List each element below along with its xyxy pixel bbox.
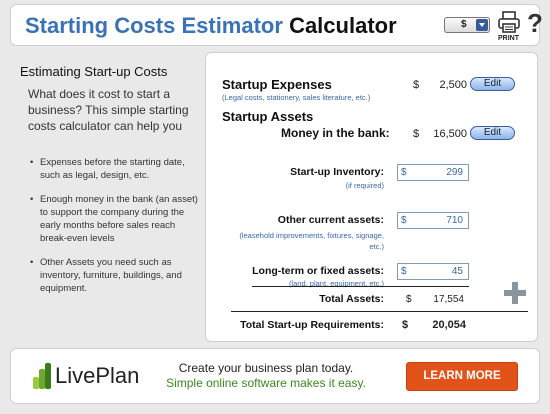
learn-more-button[interactable]: LEARN MORE [406,362,518,391]
money-in-bank-currency: $ [413,128,420,140]
inventory-label: Start-up Inventory: [290,166,384,178]
other-assets-sublabel: (leasehold improvements, fixtures, signa… [239,231,384,251]
add-asset-icon[interactable] [502,280,528,306]
long-term-assets-label: Long-term or fixed assets: [252,265,384,277]
total-assets-currency: $ [406,294,412,305]
edit-expenses-button[interactable]: Edit [470,77,515,91]
print-button[interactable]: PRINT [497,10,523,44]
other-assets-label: Other current assets: [277,214,384,226]
other-assets-currency: $ [401,215,407,226]
info-bullet-list: Expenses before the starting date, such … [30,156,200,306]
startup-expenses-currency: $ [413,79,420,91]
info-intro: What does it cost to start a business? T… [28,87,189,133]
list-item: Other Assets you need such as inventory,… [30,256,200,295]
long-term-assets-input[interactable]: $ 45 [397,263,469,280]
total-requirements-currency: $ [402,319,409,331]
liveplan-banner: LivePlan Create your business plan today… [10,348,540,404]
info-panel: Estimating Start-up Costs What does it c… [10,52,200,342]
startup-expenses-sublabel: (Legal costs, stationery, sales literatu… [222,93,371,102]
printer-icon [498,11,520,33]
other-assets-input[interactable]: $ 710 [397,212,469,229]
startup-assets-heading: Startup Assets [222,109,314,124]
list-item: Enough money in the bank (an asset) to s… [30,193,200,245]
total-requirements-value: 20,054 [432,319,466,331]
long-term-assets-currency: $ [401,266,407,277]
calculator-panel: Startup Expenses (Legal costs, stationer… [205,52,538,342]
banner-subtagline: Simple online software makes it easy. [166,376,366,390]
chevron-down-icon [476,19,488,31]
total-requirements-label: Total Start-up Requirements: [240,319,384,331]
inventory-sublabel: (if required) [345,181,384,190]
banner-tagline: Create your business plan today. [178,361,354,375]
inventory-input[interactable]: $ 299 [397,164,469,181]
header-bar: Starting Costs Estimator Calculator $ PR… [10,4,543,46]
inventory-value: 299 [446,167,463,178]
title-part2: Calculator [289,13,397,38]
money-in-bank-label: Money in the bank: [281,126,390,140]
page-title: Starting Costs Estimator Calculator [25,13,397,39]
total-divider [231,311,528,312]
long-term-assets-value: 45 [451,266,463,277]
money-in-bank-value: 16,500 [433,128,467,140]
edit-bank-button[interactable]: Edit [470,126,515,140]
currency-select[interactable]: $ [444,17,490,33]
liveplan-logo: LivePlan [55,363,140,388]
other-assets-value: 710 [446,215,463,226]
info-title: Estimating Start-up Costs [20,64,168,79]
inventory-currency: $ [401,167,407,178]
startup-expenses-value: 2,500 [439,79,467,91]
liveplan-logo-icon [33,363,51,389]
total-assets-value: 17,554 [433,294,464,305]
subtotal-divider [252,286,469,287]
startup-expenses-label: Startup Expenses [222,77,332,92]
help-icon[interactable]: ? [527,8,543,39]
total-assets-label: Total Assets: [319,293,384,305]
list-item: Expenses before the starting date, such … [30,156,200,182]
title-part1: Starting Costs Estimator [25,13,283,38]
print-label: PRINT [498,35,519,42]
currency-value: $ [461,19,467,30]
